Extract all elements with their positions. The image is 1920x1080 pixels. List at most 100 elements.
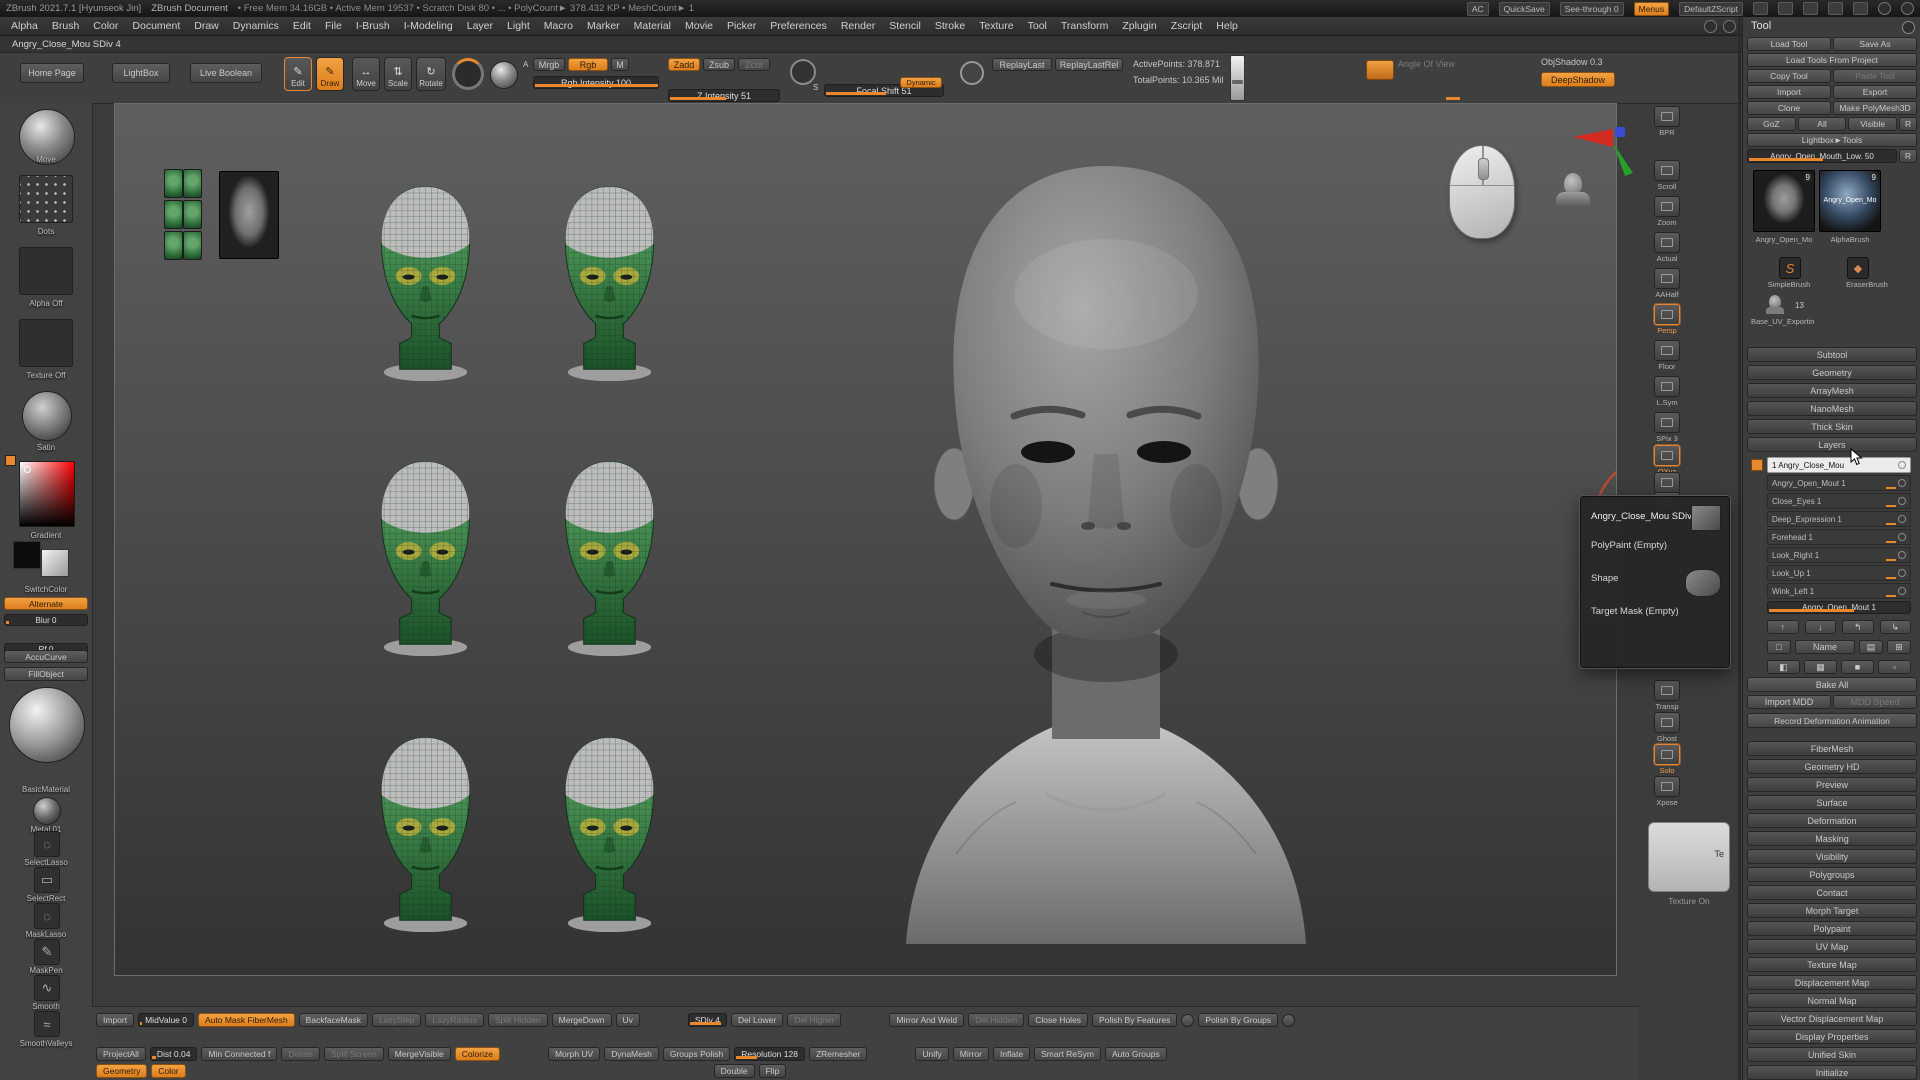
color-button[interactable]: Color bbox=[151, 1064, 185, 1078]
tray-toggle-right-icon[interactable] bbox=[1901, 2, 1914, 15]
spix-3-icon[interactable] bbox=[1654, 412, 1680, 433]
angry-open-mouth-low-50-slider[interactable]: Angry_Open_Mouth_Low. 50 bbox=[1747, 149, 1897, 163]
draw-button[interactable]: ✎Draw bbox=[316, 57, 344, 91]
main-color-swatch[interactable] bbox=[13, 541, 41, 569]
layer-split-icon[interactable]: ◧ bbox=[1767, 660, 1800, 674]
polish-by-features-button[interactable]: Polish By Features bbox=[1092, 1013, 1177, 1027]
blur-slider[interactable]: Blur 0 bbox=[4, 614, 88, 626]
layer-solid-icon[interactable]: ■ bbox=[1841, 660, 1874, 674]
xpose-icon[interactable] bbox=[1654, 776, 1680, 797]
layer-row-angry-open-mout-1[interactable]: Angry_Open_Mout 1 bbox=[1767, 475, 1911, 491]
section-layers[interactable]: Layers bbox=[1747, 437, 1917, 452]
projectall-button[interactable]: ProjectAll bbox=[96, 1047, 146, 1061]
zcut-button[interactable]: Zcut bbox=[738, 58, 770, 71]
del-hidden-button[interactable]: Del Hidden bbox=[968, 1013, 1024, 1027]
zsub-button[interactable]: Zsub bbox=[703, 58, 735, 71]
paste-tool-button[interactable]: Paste Tool bbox=[1833, 69, 1917, 83]
polish-by-groups-button[interactable]: Polish By Groups bbox=[1198, 1013, 1278, 1027]
menu-help[interactable]: Help bbox=[1209, 20, 1245, 32]
section-thick-skin[interactable]: Thick Skin bbox=[1747, 419, 1917, 434]
see-through-slider[interactable]: See-through 0 bbox=[1560, 2, 1624, 16]
flip-button[interactable]: Flip bbox=[759, 1064, 787, 1078]
menu-preferences[interactable]: Preferences bbox=[763, 20, 834, 32]
all-button[interactable]: All bbox=[1798, 117, 1847, 131]
section-surface[interactable]: Surface bbox=[1747, 795, 1917, 810]
obj-shadow-readout[interactable]: ObjShadow 0.3 bbox=[1541, 57, 1603, 67]
mdd-speed-button[interactable]: MDD Speed bbox=[1833, 695, 1917, 709]
layer-eye-icon[interactable] bbox=[1898, 551, 1906, 559]
menu-movie[interactable]: Movie bbox=[678, 20, 720, 32]
replay-last-button[interactable]: ReplayLast bbox=[992, 58, 1052, 71]
import-mdd-button[interactable]: Import MDD bbox=[1747, 695, 1831, 709]
aahalf-icon[interactable] bbox=[1654, 268, 1680, 289]
lazystep-button[interactable]: LazyStep bbox=[372, 1013, 421, 1027]
shelf-item-l-sym[interactable]: L.Sym bbox=[1650, 376, 1684, 407]
layer-duplicate-button[interactable]: ↰ bbox=[1842, 620, 1874, 634]
metal-material-icon[interactable] bbox=[33, 797, 61, 825]
uv-button[interactable]: Uv bbox=[616, 1013, 640, 1027]
menu-draw[interactable]: Draw bbox=[187, 20, 226, 32]
layer-name-button[interactable]: Name bbox=[1795, 640, 1855, 654]
smooth-valleys-icon[interactable]: ≈ bbox=[34, 1011, 60, 1037]
menu-texture[interactable]: Texture bbox=[972, 20, 1020, 32]
solo-icon[interactable] bbox=[1654, 744, 1680, 765]
base-tool-icon[interactable] bbox=[1765, 295, 1785, 314]
layer-eye-icon[interactable] bbox=[1898, 461, 1906, 469]
menu-tool[interactable]: Tool bbox=[1021, 20, 1054, 32]
qxyz-icon[interactable] bbox=[1654, 445, 1680, 466]
texture-off-icon[interactable] bbox=[19, 319, 73, 367]
secondary-color-swatch[interactable] bbox=[41, 549, 69, 577]
close-holes-button[interactable]: Close Holes bbox=[1028, 1013, 1088, 1027]
current-brush-icon[interactable] bbox=[452, 58, 484, 90]
morph-uv-button[interactable]: Morph UV bbox=[548, 1047, 600, 1061]
lightbox-tools-button[interactable]: Lightbox►Tools bbox=[1747, 133, 1917, 147]
layer-down-button[interactable]: ↓ bbox=[1805, 620, 1837, 634]
layer-intensity-slider[interactable]: Angry_Open_Mout 1 bbox=[1767, 601, 1911, 614]
layer-eye-icon[interactable] bbox=[1898, 533, 1906, 541]
menu-circle-icon-1[interactable] bbox=[1704, 20, 1717, 33]
mask-pen-icon[interactable]: ✎ bbox=[34, 939, 60, 965]
camera-icon[interactable] bbox=[1366, 60, 1394, 80]
context-item-polypaint-empty[interactable]: PolyPaint (Empty) bbox=[1591, 529, 1729, 562]
section-contact[interactable]: Contact bbox=[1747, 885, 1917, 900]
active-tool-thumbnail[interactable]: 9 bbox=[1753, 170, 1815, 232]
layer-grid-icon[interactable]: ▦ bbox=[1804, 660, 1837, 674]
geometry-button[interactable]: Geometry bbox=[96, 1064, 147, 1078]
layer-eye-icon[interactable] bbox=[1898, 497, 1906, 505]
import-button[interactable]: Import bbox=[1747, 85, 1831, 99]
current-stroke-icon[interactable] bbox=[490, 61, 518, 89]
accucurve-button[interactable]: AccuCurve bbox=[4, 650, 88, 663]
eraser-brush-icon[interactable]: ◆ bbox=[1847, 257, 1869, 279]
shelf-item-persp[interactable]: Persp bbox=[1650, 304, 1684, 335]
section-displacement-map[interactable]: Displacement Map bbox=[1747, 975, 1917, 990]
default-zscript-button[interactable]: DefaultZScript bbox=[1679, 2, 1743, 16]
tray-divider[interactable] bbox=[1738, 17, 1741, 1080]
shelf-item-transp[interactable]: Transp bbox=[1650, 680, 1684, 711]
menu-material[interactable]: Material bbox=[627, 20, 678, 32]
tray-toggle-left-icon[interactable] bbox=[1878, 2, 1891, 15]
lightbox-button[interactable]: LightBox bbox=[112, 63, 170, 83]
menu-stencil[interactable]: Stencil bbox=[882, 20, 928, 32]
window-icon-2[interactable] bbox=[1778, 2, 1793, 15]
stroke-dots-icon[interactable] bbox=[19, 175, 73, 223]
groups-polish-button[interactable]: Groups Polish bbox=[663, 1047, 730, 1061]
colorize-button[interactable]: Colorize bbox=[455, 1047, 500, 1061]
section-deformation[interactable]: Deformation bbox=[1747, 813, 1917, 828]
section-texture-map[interactable]: Texture Map bbox=[1747, 957, 1917, 972]
layer-up-button[interactable]: ↑ bbox=[1767, 620, 1799, 634]
section-subtool[interactable]: Subtool bbox=[1747, 347, 1917, 362]
export-button[interactable]: Export bbox=[1833, 85, 1917, 99]
smart-resym-button[interactable]: Smart ReSym bbox=[1034, 1047, 1101, 1061]
focal-ring-icon[interactable] bbox=[790, 59, 816, 85]
deep-shadow-button[interactable]: DeepShadow bbox=[1541, 72, 1615, 87]
menu-picker[interactable]: Picker bbox=[720, 20, 763, 32]
actual-icon[interactable] bbox=[1654, 232, 1680, 253]
r-button[interactable]: R bbox=[1899, 117, 1917, 131]
l-sym-icon[interactable] bbox=[1654, 376, 1680, 397]
edit-button[interactable]: ✎Edit bbox=[284, 57, 312, 91]
rgb-intensity-slider[interactable]: Rgb Intensity 100 bbox=[533, 76, 659, 89]
shelf-item-solo[interactable]: Solo bbox=[1650, 744, 1684, 775]
modifier-dot-button[interactable] bbox=[1282, 1014, 1295, 1027]
texture-on-label[interactable]: Texture On bbox=[1648, 896, 1730, 906]
section-nanomesh[interactable]: NanoMesh bbox=[1747, 401, 1917, 416]
